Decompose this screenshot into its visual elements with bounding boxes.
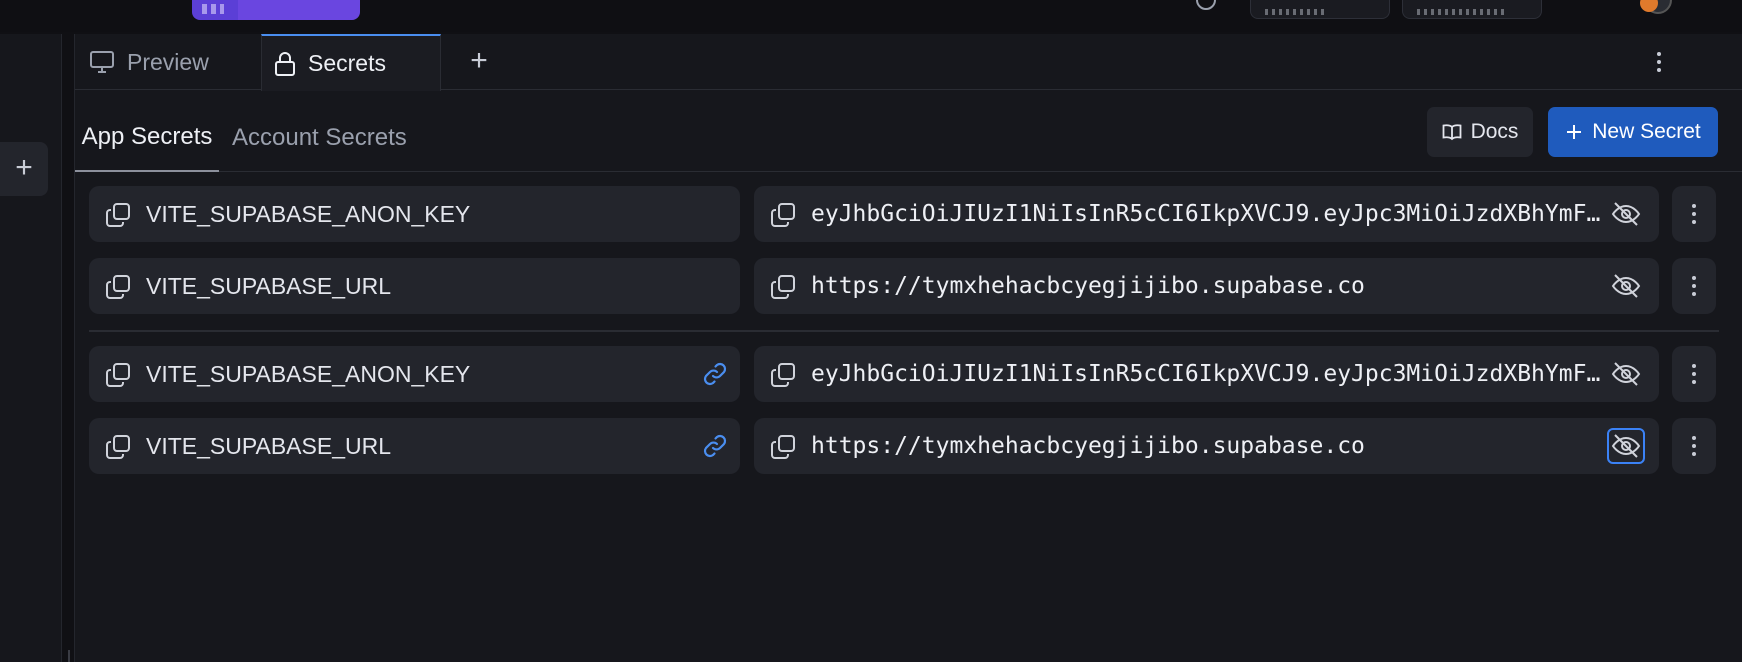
secret-value-field[interactable]: https://tymxhehacbcyegjijibo.supabase.co [754, 258, 1659, 314]
secret-key: VITE_SUPABASE_URL [146, 272, 392, 299]
secret-key: VITE_SUPABASE_ANON_KEY [146, 200, 471, 227]
secret-value: eyJhbGciOiJIUzI1NiIsInR5cCI6IkpXVCJ9.eyJ… [811, 361, 1601, 387]
copy-icon[interactable] [770, 362, 796, 388]
kebab-icon [1682, 271, 1706, 301]
toggle-visibility-button[interactable] [1607, 356, 1645, 392]
docs-button-label: Docs [1470, 120, 1519, 143]
secret-value: eyJhbGciOiJIUzI1NiIsInR5cCI6IkpXVCJ9.eyJ… [811, 201, 1601, 227]
more-options-icon[interactable] [1647, 47, 1671, 77]
monitor-icon [90, 51, 114, 73]
tab-app-secrets[interactable]: App Secrets [75, 104, 219, 172]
secret-row: VITE_SUPABASE_URL https://tymxhehacbcyeg… [89, 258, 1741, 314]
secret-value-field[interactable]: https://tymxhehacbcyegjijibo.supabase.co [754, 418, 1659, 474]
top-bar [0, 0, 1742, 32]
kebab-icon [1682, 359, 1706, 389]
search-icon[interactable] [1196, 0, 1216, 10]
secret-row: VITE_SUPABASE_ANON_KEY eyJhbGciOiJIUzI1N… [89, 186, 1741, 242]
resize-handle[interactable] [68, 650, 70, 662]
tab-secrets[interactable]: Secrets [261, 34, 441, 91]
link-icon[interactable] [701, 360, 729, 388]
new-secret-button[interactable]: New Secret [1548, 107, 1718, 157]
row-more-button[interactable] [1672, 418, 1716, 474]
secret-key-field[interactable]: VITE_SUPABASE_URL [89, 418, 740, 474]
toggle-visibility-button[interactable] [1607, 268, 1645, 304]
kebab-icon [1682, 199, 1706, 229]
secret-value: https://tymxhehacbcyegjijibo.supabase.co [811, 433, 1365, 459]
secret-value-field[interactable]: eyJhbGciOiJIUzI1NiIsInR5cCI6IkpXVCJ9.eyJ… [754, 346, 1659, 402]
secret-row: VITE_SUPABASE_ANON_KEY eyJhbGciOiJIUzI1N… [89, 346, 1741, 402]
book-icon [1442, 124, 1461, 141]
secret-key: VITE_SUPABASE_ANON_KEY [146, 360, 471, 387]
tab-bar: Preview Secrets + [75, 34, 1742, 91]
copy-icon[interactable] [105, 434, 131, 460]
secret-value-field[interactable]: eyJhbGciOiJIUzI1NiIsInR5cCI6IkpXVCJ9.eyJ… [754, 186, 1659, 242]
left-panel: + [0, 34, 62, 662]
lock-icon [275, 51, 295, 76]
copy-icon[interactable] [105, 362, 131, 388]
secret-key: VITE_SUPABASE_URL [146, 432, 392, 459]
row-more-button[interactable] [1672, 258, 1716, 314]
eye-off-icon [1611, 202, 1641, 226]
secrets-panel: Preview Secrets + App Secrets Account Se… [74, 34, 1742, 662]
tab-preview[interactable]: Preview [89, 34, 261, 90]
eye-off-icon [1611, 362, 1641, 386]
top-dropdown[interactable] [1250, 0, 1390, 19]
eye-off-icon [1611, 274, 1641, 298]
copy-icon[interactable] [770, 202, 796, 228]
tab-label: Secrets [308, 50, 386, 76]
plus-icon [1567, 125, 1582, 139]
secret-value: https://tymxhehacbcyegjijibo.supabase.co [811, 273, 1365, 299]
row-more-button[interactable] [1672, 186, 1716, 242]
copy-icon[interactable] [105, 274, 131, 300]
add-icon[interactable]: + [0, 142, 48, 196]
copy-icon[interactable] [770, 274, 796, 300]
docs-button[interactable]: Docs [1427, 107, 1533, 157]
secret-key-field[interactable]: VITE_SUPABASE_ANON_KEY [89, 186, 740, 242]
tab-account-secrets[interactable]: Account Secrets [232, 104, 412, 172]
new-secret-button-label: New Secret [1592, 120, 1701, 143]
tab-label: Preview [127, 48, 209, 75]
top-menu-button[interactable] [1402, 0, 1542, 19]
link-icon[interactable] [701, 432, 729, 460]
toggle-visibility-button[interactable] [1607, 196, 1645, 232]
copy-icon[interactable] [105, 202, 131, 228]
add-tab-icon[interactable]: + [461, 44, 497, 80]
row-more-button[interactable] [1672, 346, 1716, 402]
toggle-visibility-button[interactable] [1607, 428, 1645, 464]
brand-pill[interactable] [238, 0, 360, 20]
group-divider [89, 330, 1719, 332]
copy-icon[interactable] [770, 434, 796, 460]
eye-off-icon [1611, 434, 1641, 458]
secret-row: VITE_SUPABASE_URL https://tymxhehacbcyeg… [89, 418, 1741, 474]
secret-key-field[interactable]: VITE_SUPABASE_ANON_KEY [89, 346, 740, 402]
kebab-icon [1682, 431, 1706, 461]
secret-key-field[interactable]: VITE_SUPABASE_URL [89, 258, 740, 314]
app-logo[interactable] [192, 0, 240, 20]
